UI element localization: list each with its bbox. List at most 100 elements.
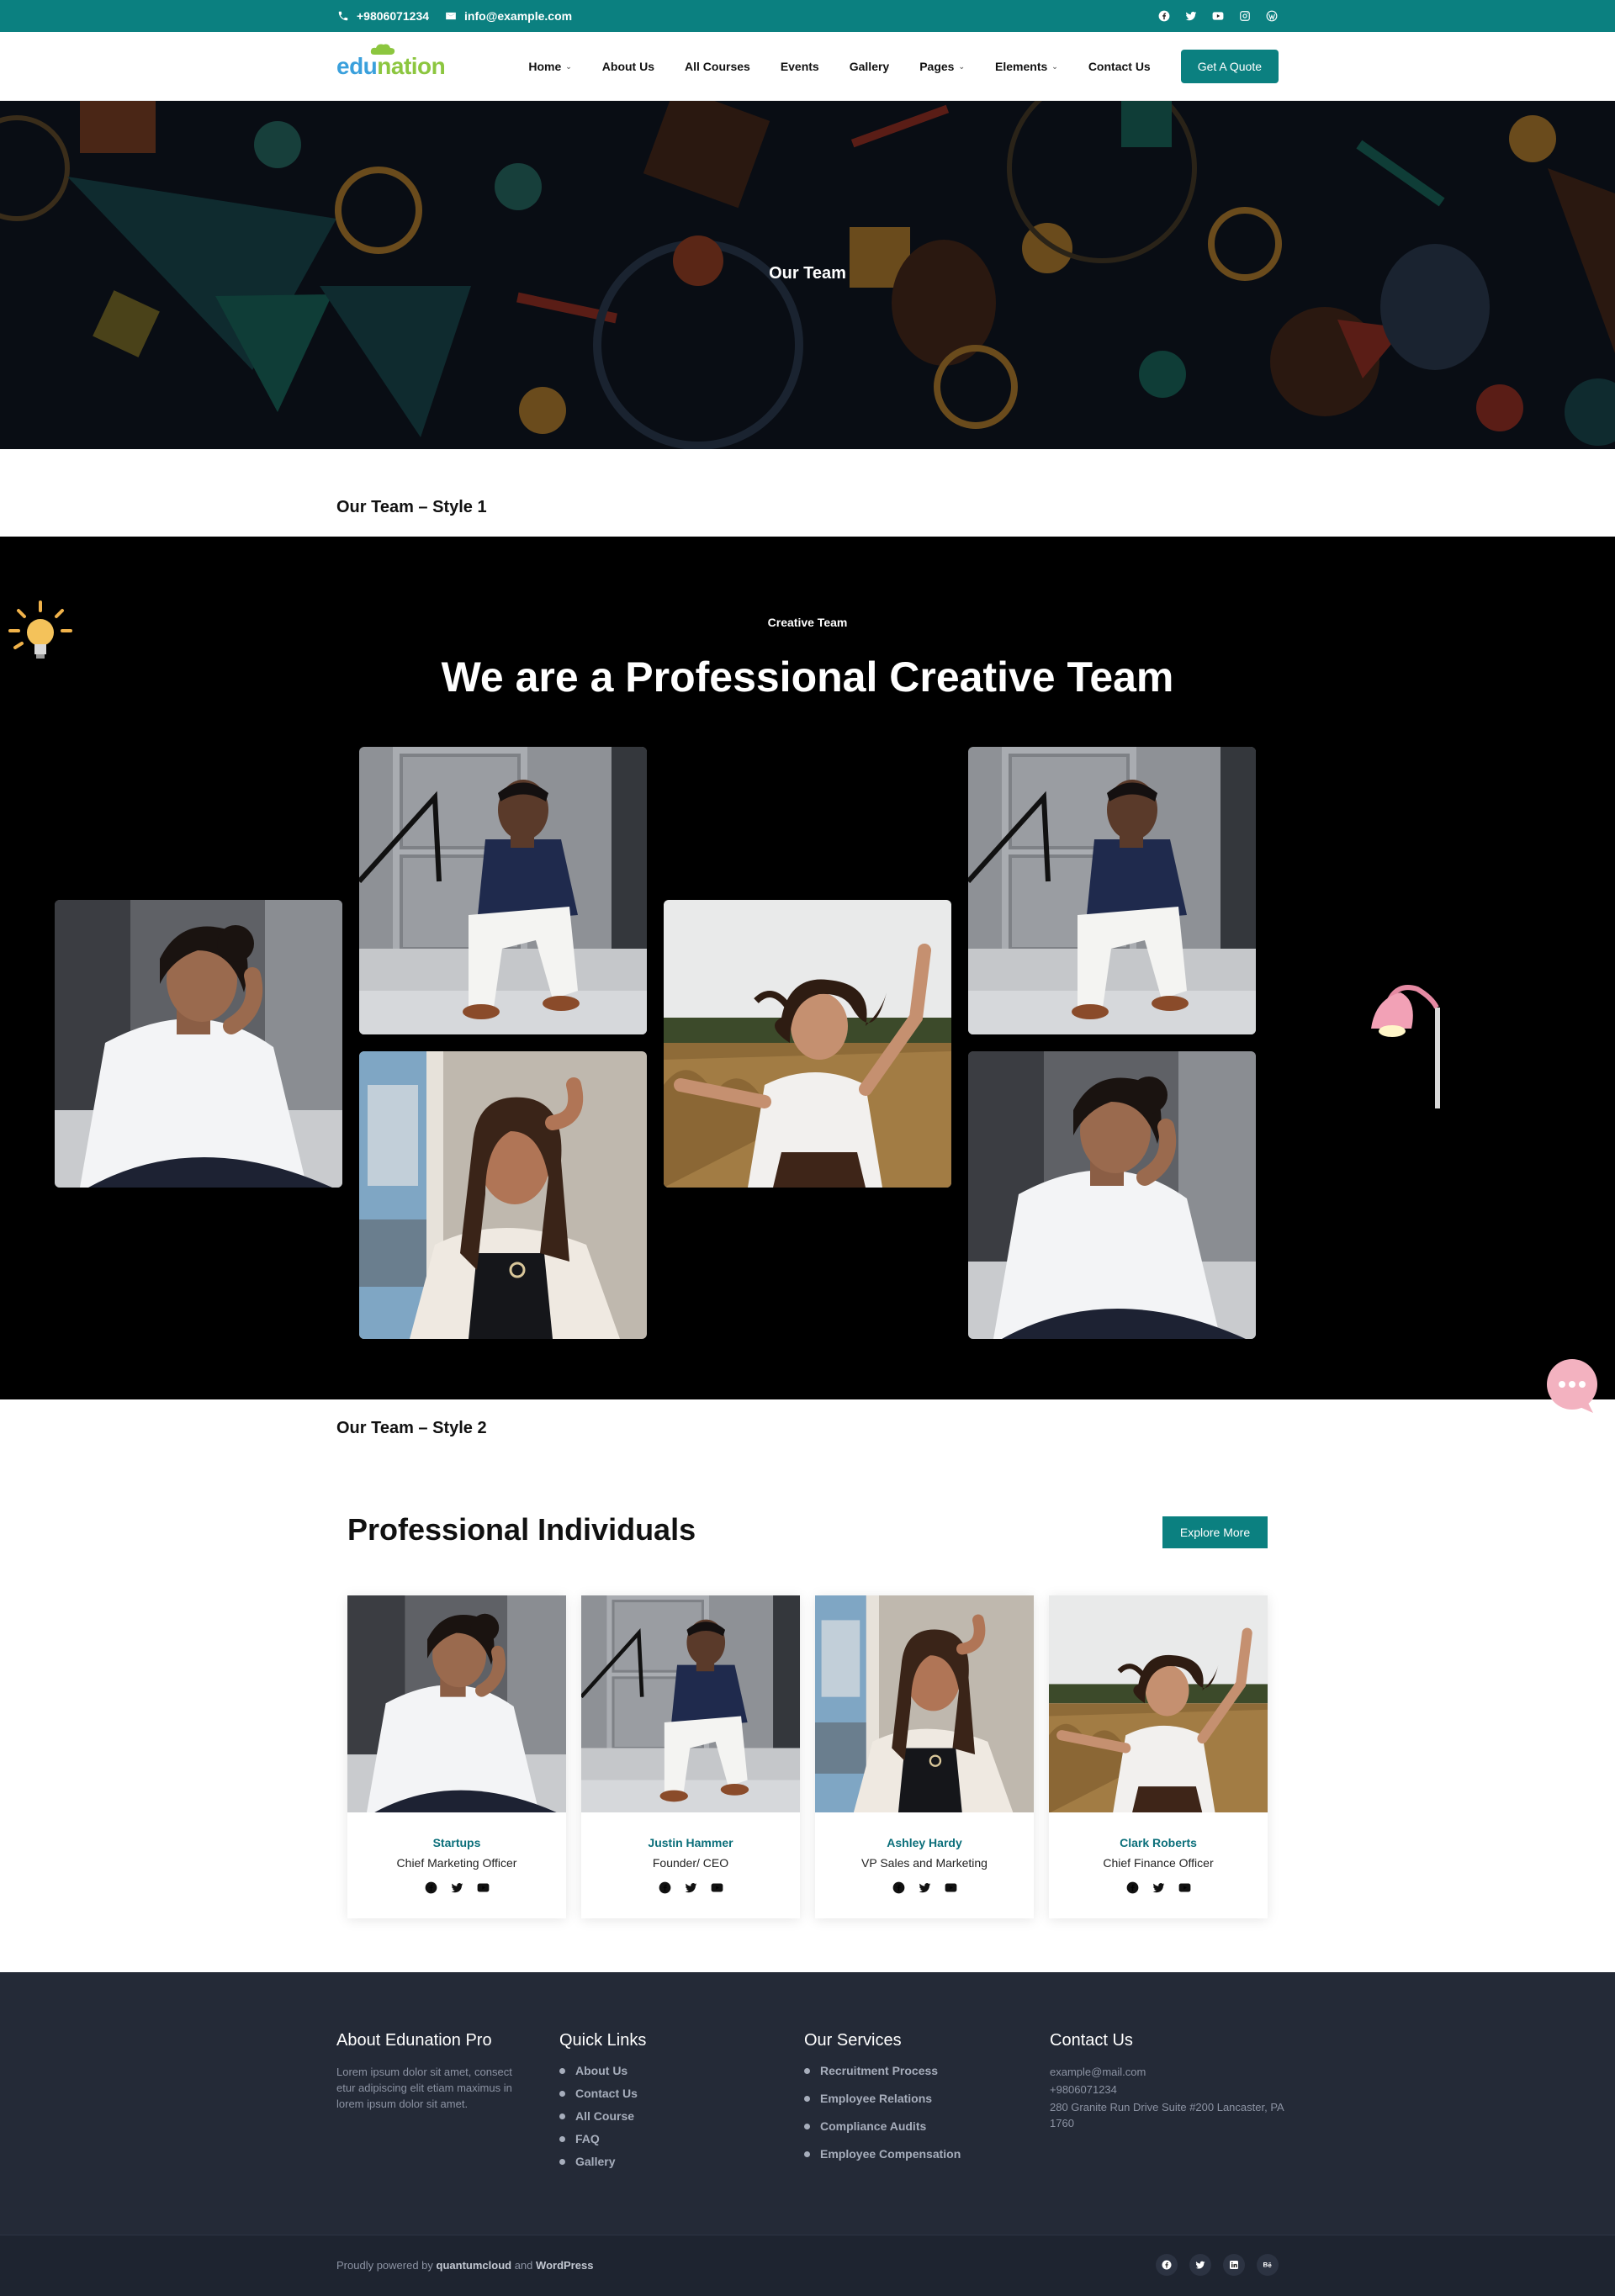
chevron-down-icon: ⌄ [1051, 61, 1058, 71]
member-name[interactable]: Justin Hammer [581, 1836, 800, 1849]
linkedin-icon[interactable] [1223, 2254, 1245, 2276]
team-member-card[interactable]: Startups Chief Marketing Officer [347, 1595, 566, 1918]
footer-service-label: Compliance Audits [820, 2119, 927, 2133]
wordpress-link[interactable]: WordPress [536, 2259, 593, 2272]
team-member-card[interactable]: Clark Roberts Chief Finance Officer [1049, 1595, 1268, 1918]
topbar-phone[interactable]: +9806071234 [336, 9, 429, 23]
footer-service-label: Recruitment Process [820, 2064, 939, 2077]
footer-about: About Edunation Pro Lorem ipsum dolor si… [336, 2031, 522, 2112]
copyright-prefix: Proudly powered by [336, 2259, 433, 2272]
nav-contact[interactable]: Contact Us [1088, 60, 1151, 73]
nav-pages[interactable]: Pages ⌄ [919, 60, 965, 73]
member-role: VP Sales and Marketing [861, 1856, 988, 1870]
footer-service-link[interactable]: Employee Compensation [804, 2147, 1014, 2161]
footer-quick-links-title: Quick Links [559, 2031, 647, 2050]
nav-events[interactable]: Events [781, 60, 819, 73]
bullet-icon [559, 2158, 565, 2165]
member-name[interactable]: Clark Roberts [1049, 1836, 1268, 1849]
footer-link[interactable]: Gallery [559, 2155, 761, 2168]
footer-link-label: Gallery [575, 2155, 616, 2168]
footer-link[interactable]: All Course [559, 2109, 761, 2123]
bullet-icon [804, 2123, 810, 2129]
phone-icon [336, 9, 350, 23]
nav-courses[interactable]: All Courses [685, 60, 750, 73]
member-name[interactable]: Startups [347, 1836, 566, 1849]
nav-pages-label: Pages [919, 60, 955, 73]
quantumcloud-link[interactable]: quantumcloud [437, 2259, 512, 2272]
section-label-style-1: Our Team – Style 1 [336, 498, 487, 516]
instagram-icon[interactable] [1238, 9, 1252, 23]
twitter-icon[interactable] [919, 1881, 931, 1894]
nav-elements-label: Elements [995, 60, 1048, 73]
chat-bubble-icon[interactable] [1544, 1359, 1600, 1415]
facebook-icon[interactable] [1157, 9, 1171, 23]
main-nav: Home ⌄ About Us All Courses Events Galler… [528, 50, 1279, 83]
member-role: Founder/ CEO [652, 1856, 729, 1870]
footer-contact-email[interactable]: example@mail.com [1050, 2064, 1285, 2080]
bullet-icon [804, 2067, 810, 2074]
wordpress-icon[interactable] [1265, 9, 1279, 23]
twitter-icon[interactable] [451, 1881, 463, 1894]
youtube-icon[interactable] [945, 1881, 957, 1894]
footer-quick-links: Quick Links About Us Contact Us All Cour… [559, 2031, 761, 2168]
bullet-icon [804, 2151, 810, 2157]
site-footer: About Edunation Pro Lorem ipsum dolor si… [0, 1972, 1615, 2235]
youtube-icon[interactable] [1211, 9, 1225, 23]
member-photo [1049, 1595, 1268, 1812]
professional-individuals-title: Professional Individuals [347, 1512, 696, 1547]
twitter-icon[interactable] [1189, 2254, 1211, 2276]
team-photo[interactable] [55, 900, 342, 1188]
facebook-icon[interactable] [1126, 1881, 1139, 1894]
twitter-icon[interactable] [1152, 1881, 1165, 1894]
desk-lamp-icon [1371, 985, 1440, 1108]
facebook-icon[interactable] [659, 1881, 671, 1894]
team-photo[interactable] [664, 900, 951, 1188]
member-name[interactable]: Ashley Hardy [815, 1836, 1034, 1849]
nav-home[interactable]: Home ⌄ [528, 60, 571, 73]
site-logo[interactable]: edunation [336, 44, 446, 80]
behance-icon[interactable] [1257, 2254, 1279, 2276]
twitter-icon[interactable] [685, 1881, 697, 1894]
footer-contact: Contact Us example@mail.com +9806071234 … [1050, 2031, 1285, 2131]
team-member-card[interactable]: Justin Hammer Founder/ CEO [581, 1595, 800, 1918]
footer-link[interactable]: Contact Us [559, 2087, 761, 2100]
facebook-icon[interactable] [425, 1881, 437, 1894]
get-quote-button[interactable]: Get A Quote [1180, 50, 1279, 83]
logo-edu: edu [336, 53, 378, 79]
footer-link[interactable]: FAQ [559, 2132, 761, 2145]
footer-service-link[interactable]: Compliance Audits [804, 2119, 1014, 2133]
copyright-text: Proudly powered by quantumcloud and Word… [336, 2259, 593, 2272]
explore-more-button[interactable]: Explore More [1162, 1516, 1268, 1548]
youtube-icon[interactable] [711, 1881, 723, 1894]
footer-link[interactable]: About Us [559, 2064, 761, 2077]
footer-link-label: FAQ [575, 2132, 600, 2145]
bullet-icon [559, 2113, 565, 2119]
member-photo [581, 1595, 800, 1812]
footer-service-link[interactable]: Employee Relations [804, 2092, 1014, 2105]
team-photo[interactable] [968, 747, 1256, 1034]
facebook-icon[interactable] [892, 1881, 905, 1894]
team-member-card[interactable]: Ashley Hardy VP Sales and Marketing [815, 1595, 1034, 1918]
team-photo[interactable] [968, 1051, 1256, 1339]
topbar-email[interactable]: info@example.com [444, 9, 572, 23]
topbar-social [1157, 9, 1279, 23]
team-photo[interactable] [359, 1051, 647, 1339]
footer-contact-phone[interactable]: +9806071234 [1050, 2082, 1285, 2098]
youtube-icon[interactable] [1178, 1881, 1191, 1894]
footer-contact-address: 280 Granite Run Drive Suite #200 Lancast… [1050, 2101, 1284, 2129]
footer-service-label: Employee Compensation [820, 2147, 961, 2161]
footer-link-label: About Us [575, 2064, 628, 2077]
twitter-icon[interactable] [1184, 9, 1198, 23]
nav-gallery[interactable]: Gallery [850, 60, 889, 73]
footer-service-link[interactable]: Recruitment Process [804, 2064, 1014, 2077]
topbar-phone-text: +9806071234 [357, 9, 430, 23]
team-photo[interactable] [359, 747, 647, 1034]
nav-elements[interactable]: Elements ⌄ [995, 60, 1058, 73]
nav-events-label: Events [780, 60, 819, 73]
nav-about[interactable]: About Us [602, 60, 654, 73]
youtube-icon[interactable] [477, 1881, 490, 1894]
footer-about-text: Lorem ipsum dolor sit amet, consect etur… [336, 2066, 512, 2110]
page-title: Our Team [769, 264, 846, 283]
page-hero: Our Team [0, 101, 1615, 449]
facebook-icon[interactable] [1156, 2254, 1178, 2276]
